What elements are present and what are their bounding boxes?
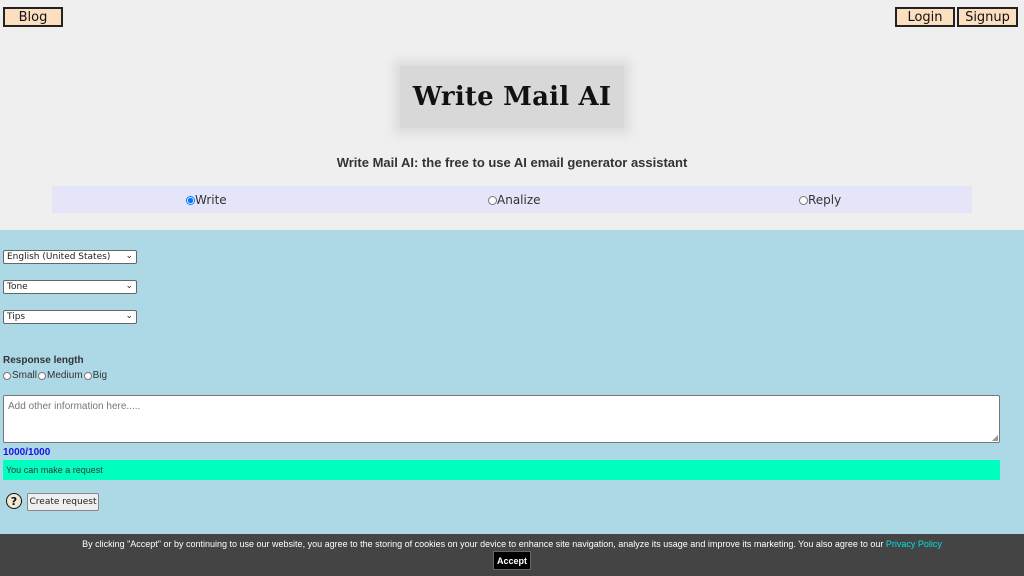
info-textarea-placeholder: Add other information here..... (8, 401, 141, 412)
language-select[interactable]: English (United States) ⌄ (3, 250, 137, 264)
logo: Write Mail AI (400, 66, 624, 128)
accept-cookies-button[interactable]: Accept (493, 551, 531, 570)
language-select-value: English (United States) (7, 252, 111, 262)
mode-radio-reply[interactable] (799, 195, 808, 205)
create-request-button[interactable]: Create request (27, 493, 99, 511)
length-radio-small[interactable] (3, 371, 11, 380)
response-length-label: Response length (3, 355, 84, 366)
mode-radio-analize[interactable] (488, 195, 497, 205)
mode-label-reply: Reply (808, 193, 842, 207)
logo-text: Write Mail AI (412, 82, 612, 112)
resize-handle-icon[interactable]: ◢ (992, 433, 998, 442)
mode-option-analize[interactable]: Analize (488, 193, 541, 207)
mode-radio-write[interactable] (186, 195, 195, 205)
length-radio-medium[interactable] (38, 371, 47, 380)
char-counter: 1000/1000 (3, 447, 51, 458)
status-message-text: You can make a request (6, 465, 103, 475)
tone-select[interactable]: Tone ⌄ (3, 280, 137, 294)
signup-button[interactable]: Signup (957, 7, 1018, 27)
length-radio-big[interactable] (83, 371, 92, 380)
cookie-message: By clicking "Accept" or by continuing to… (82, 539, 886, 549)
mode-option-reply[interactable]: Reply (799, 193, 841, 207)
chevron-down-icon: ⌄ (125, 281, 133, 291)
login-button[interactable]: Login (895, 7, 955, 27)
info-textarea[interactable]: Add other information here..... ◢ (3, 395, 1000, 443)
length-label-small: Small (12, 370, 38, 381)
mode-label-write: Write (195, 193, 227, 207)
question-mark-icon[interactable]: ? (6, 493, 22, 509)
tips-select[interactable]: Tips ⌄ (3, 310, 137, 324)
mode-option-write[interactable]: Write (186, 193, 227, 207)
tone-select-value: Tone (7, 282, 28, 292)
mode-label-analize: Analize (497, 193, 541, 207)
length-label-medium: Medium (47, 370, 83, 381)
length-label-big: Big (92, 370, 108, 381)
cookie-banner: By clicking "Accept" or by continuing to… (0, 534, 1024, 576)
tips-select-value: Tips (7, 312, 26, 322)
page-subtitle: Write Mail AI: the free to use AI email … (336, 155, 688, 170)
blog-button[interactable]: Blog (3, 7, 63, 27)
response-length-options: Small Medium Big (3, 370, 108, 381)
chevron-down-icon: ⌄ (125, 311, 133, 321)
main-form-area: English (United States) ⌄ Tone ⌄ Tips ⌄ … (0, 230, 1024, 534)
privacy-policy-link[interactable]: Privacy Policy (886, 539, 942, 549)
cookie-text: By clicking "Accept" or by continuing to… (0, 539, 1024, 549)
mode-selector: Write Analize Reply (52, 186, 972, 213)
chevron-down-icon: ⌄ (125, 251, 133, 261)
status-message: You can make a request (3, 460, 1000, 480)
